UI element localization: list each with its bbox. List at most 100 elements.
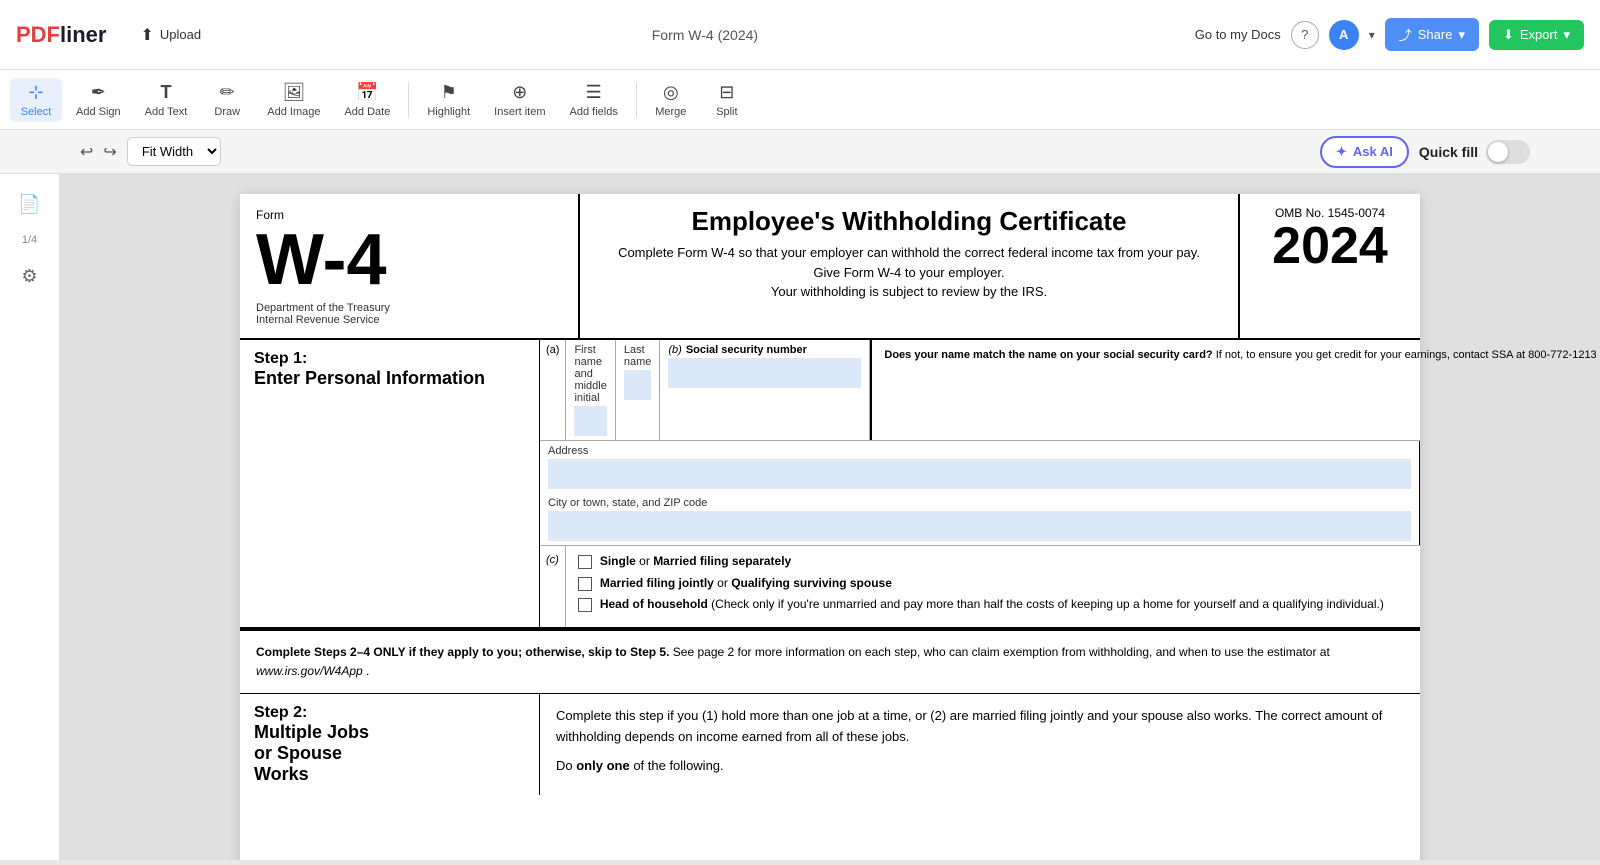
merge-icon: ◎ — [663, 82, 679, 103]
draw-label: Draw — [214, 106, 240, 118]
ssn-label: Social security number — [686, 344, 807, 356]
form-header-center: Employee's Withholding Certificate Compl… — [580, 194, 1240, 338]
form-header-left: Form W-4 Department of the Treasury Inte… — [240, 194, 580, 338]
add-date-label: Add Date — [344, 106, 390, 118]
go-to-docs-link[interactable]: Go to my Docs — [1195, 27, 1281, 42]
help-button[interactable]: ? — [1291, 21, 1319, 49]
ask-ai-label: Ask AI — [1353, 144, 1393, 159]
tool-select[interactable]: ⊹ Select — [10, 78, 62, 122]
add-image-label: Add Image — [267, 106, 320, 118]
tool-draw[interactable]: ✏ Draw — [201, 78, 253, 122]
subtitle-line2: Give Form W-4 to your employer. — [596, 263, 1222, 283]
tool-add-sign[interactable]: ✒ Add Sign — [66, 78, 131, 122]
tool-add-text[interactable]: T Add Text — [135, 78, 198, 122]
split-label: Split — [716, 106, 737, 118]
step-info-url: www.irs.gov/W4App — [256, 664, 363, 678]
highlight-label: Highlight — [427, 106, 470, 118]
last-name-cell: Last name — [616, 340, 661, 440]
address-row: Address — [540, 441, 1420, 493]
export-chevron-icon: ▾ — [1563, 27, 1570, 43]
select-label: Select — [21, 106, 52, 118]
export-icon: ⬇ — [1503, 27, 1514, 43]
step-info-end: . — [366, 664, 369, 678]
checkboxes-row: (c) Single or Married filing separately … — [540, 546, 1420, 627]
account-chevron[interactable]: ▾ — [1369, 28, 1375, 42]
subtitle-line3: Your withholding is subject to review by… — [596, 282, 1222, 302]
logo-pdf: PDF — [16, 22, 60, 48]
quick-fill-area: Quick fill — [1419, 140, 1530, 164]
city-input[interactable] — [548, 511, 1411, 541]
add-fields-label: Add fields — [570, 106, 618, 118]
zoom-select[interactable]: Fit Width 50% 75% 100% 125% 150% — [127, 137, 221, 166]
checkbox-section: Single or Married filing separately Marr… — [566, 546, 1396, 627]
add-text-label: Add Text — [145, 106, 188, 118]
form-w4: Form W-4 Department of the Treasury Inte… — [240, 194, 1420, 860]
name-row: (a) First name and middle initial Last n… — [540, 340, 1420, 441]
tool-add-image[interactable]: 🖼 Add Image — [257, 78, 330, 122]
dept-label: Department of the Treasury Internal Reve… — [256, 302, 562, 326]
right-note-text: If not, to ensure you get credit for you… — [1216, 349, 1600, 361]
header: PDFliner ⬆ Upload Form W-4 (2024) Go to … — [0, 0, 1600, 70]
split-icon: ⊟ — [719, 82, 734, 103]
step2-num: Step 2: — [254, 704, 525, 722]
right-note-bold: Does your name match the name on your so… — [884, 349, 1212, 361]
address-label: Address — [548, 445, 1411, 457]
step1-section: Step 1: Enter Personal Information (a) F… — [240, 340, 1420, 629]
checkbox-married-jointly[interactable] — [578, 577, 592, 591]
toolbar-separator-2 — [636, 82, 637, 118]
checkbox-married-label: Married filing jointly or Qualifying sur… — [600, 576, 892, 592]
add-date-icon: 📅 — [356, 82, 378, 103]
address-input[interactable] — [548, 459, 1411, 489]
step2-section: Step 2: Multiple Jobs or Spouse Works Co… — [240, 693, 1420, 795]
step-info-banner: Complete Steps 2–4 ONLY if they apply to… — [240, 629, 1420, 693]
upload-button[interactable]: ⬆ Upload — [126, 19, 215, 51]
avatar-button[interactable]: A — [1329, 20, 1359, 50]
quick-fill-toggle[interactable] — [1486, 140, 1530, 164]
step2-title1: Multiple Jobs — [254, 722, 525, 743]
select-icon: ⊹ — [28, 82, 43, 103]
draw-icon: ✏ — [220, 82, 235, 103]
toolbar-separator-1 — [408, 82, 409, 118]
checkbox-hoh-row: Head of household (Check only if you're … — [578, 597, 1384, 613]
step1-content: (a) First name and middle initial Last n… — [540, 340, 1420, 627]
step2-title2: or Spouse — [254, 743, 525, 764]
undo-button[interactable]: ↩ — [80, 142, 93, 162]
field-b-label: (b) — [668, 344, 681, 356]
checkbox-single[interactable] — [578, 555, 592, 569]
tool-add-fields[interactable]: ☰ Add fields — [560, 78, 628, 122]
first-name-input[interactable] — [574, 406, 606, 436]
step-info-main: Complete Steps 2–4 ONLY if they apply to… — [256, 645, 669, 659]
step1-num: Step 1: — [254, 350, 525, 368]
last-name-input[interactable] — [624, 370, 652, 400]
main-content[interactable]: Form W-4 Department of the Treasury Inte… — [60, 174, 1600, 860]
city-cell: City or town, state, and ZIP code — [540, 493, 1420, 545]
step2-title3: Works — [254, 764, 525, 785]
tool-add-date[interactable]: 📅 Add Date — [334, 78, 400, 122]
tool-highlight[interactable]: ⚑ Highlight — [417, 78, 480, 122]
first-name-cell: First name and middle initial — [566, 340, 615, 440]
ai-icon: ✦ — [1336, 144, 1347, 160]
step2-content: Complete this step if you (1) hold more … — [540, 694, 1420, 795]
checkbox-hoh-label: Head of household (Check only if you're … — [600, 597, 1384, 613]
share-button[interactable]: ⤴ Share ▾ — [1385, 18, 1479, 51]
tool-split[interactable]: ⊟ Split — [701, 78, 753, 122]
last-name-label: Last name — [624, 344, 652, 368]
document-title: Form W-4 (2024) — [215, 27, 1195, 43]
sidebar-settings-icon[interactable]: ⚙ — [10, 256, 50, 296]
tool-insert-item[interactable]: ⊕ Insert item — [484, 78, 555, 122]
share-chevron-icon: ▾ — [1458, 27, 1465, 43]
checkbox-hoh[interactable] — [578, 598, 592, 612]
ask-ai-button[interactable]: ✦ Ask AI — [1320, 136, 1409, 168]
address-section: Address City or town, state, and ZIP cod… — [540, 441, 1420, 546]
form-header-right: OMB No. 1545-0074 2024 — [1240, 194, 1420, 338]
city-row: City or town, state, and ZIP code — [540, 493, 1420, 545]
sidebar-pages-icon[interactable]: 📄 — [10, 184, 50, 224]
toolbar: ⊹ Select ✒ Add Sign T Add Text ✏ Draw 🖼 … — [0, 70, 1600, 130]
field-c-label: (c) — [540, 546, 566, 627]
export-button[interactable]: ⬇ Export ▾ — [1489, 20, 1584, 50]
upload-icon: ⬆ — [140, 25, 153, 45]
tool-merge[interactable]: ◎ Merge — [645, 78, 697, 122]
ssn-input[interactable] — [668, 358, 861, 388]
merge-label: Merge — [655, 106, 686, 118]
redo-button[interactable]: ↪ — [103, 142, 116, 162]
